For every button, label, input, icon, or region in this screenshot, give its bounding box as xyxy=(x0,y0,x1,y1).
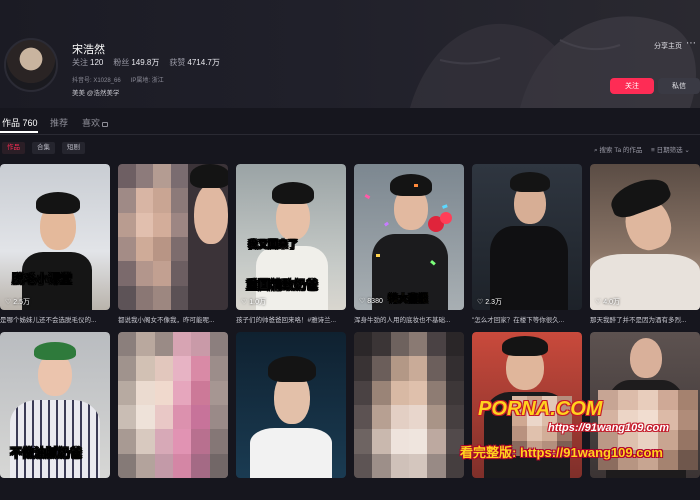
heart-icon: ♡ xyxy=(595,299,602,306)
filter-icon: ≡ xyxy=(651,147,655,154)
video-thumbnail xyxy=(118,332,228,478)
video-thumbnail xyxy=(590,164,700,310)
tab-works[interactable]: 作品 760 xyxy=(2,116,38,129)
search-works-input[interactable]: ⌕ 搜索 Ta 的作品 xyxy=(594,144,642,155)
video-overlay-text: 脱毛小课堂 xyxy=(12,272,73,287)
person-figure xyxy=(250,428,332,478)
active-tab-indicator xyxy=(0,131,38,133)
person-face xyxy=(194,184,228,244)
chip-works[interactable]: 作品 xyxy=(2,142,25,154)
stat-likes: 获赞 4714.7万 xyxy=(169,58,220,67)
lock-icon xyxy=(102,122,109,127)
video-caption: 浑身牛劲的人用的底妆也不基础... xyxy=(354,317,451,324)
heart-icon: ♡ xyxy=(477,299,484,306)
profile-stats: 关注 120 粉丝 149.8万 获赞 4714.7万 xyxy=(72,57,220,68)
more-horizontal-icon[interactable]: ⋯ xyxy=(686,38,696,49)
heart-icon: ♡ xyxy=(241,299,248,306)
person-hair xyxy=(36,192,80,214)
video-thumbnail xyxy=(472,164,582,310)
video-caption: 孩子们的帅爸爸回来咯！#雅诗兰... xyxy=(236,317,337,324)
video-caption: 都说我小阁女不像我，昨可能呢... xyxy=(118,317,215,324)
video-caption: "怎么才回家？在楼下等你很久... xyxy=(472,317,565,324)
heart-icon: ♡ xyxy=(5,299,12,306)
chip-short-drama[interactable]: 短剧 xyxy=(62,142,85,154)
mosaic-pixelation xyxy=(118,164,188,310)
stat-followers[interactable]: 粉丝 149.8万 xyxy=(113,57,159,68)
profile-nickname: 宋浩然 xyxy=(72,44,105,56)
search-icon: ⌕ xyxy=(594,147,598,154)
watermark-notice: 看完整版: https://91wang109.com xyxy=(460,445,663,460)
mosaic-pixelation xyxy=(118,332,228,478)
person-hair xyxy=(502,336,548,356)
person-hair xyxy=(190,164,228,188)
video-thumbnail xyxy=(118,164,228,310)
video-thumbnail: 特大喜报 xyxy=(354,164,464,310)
video-card[interactable] xyxy=(118,332,228,496)
person-hair xyxy=(510,172,550,192)
profile-tabs: 作品 760 推荐 喜欢 xyxy=(0,108,700,134)
watermark-logo: PORNA.COM xyxy=(478,398,603,420)
video-card[interactable] xyxy=(236,332,346,496)
video-card[interactable] xyxy=(590,332,700,496)
follow-button[interactable]: 关注 xyxy=(610,78,654,94)
profile-meta: 抖音号: X1028_66 IP属地: 浙江 xyxy=(72,75,164,84)
person-figure xyxy=(10,400,100,478)
tab-recommend[interactable]: 推荐 xyxy=(50,116,68,129)
share-profile-button[interactable]: 分享主页 xyxy=(654,41,682,51)
like-count: ♡ 2.5万 xyxy=(5,299,31,306)
confetti-decoration xyxy=(364,184,452,266)
message-button[interactable]: 私信 xyxy=(658,78,700,94)
video-card[interactable]: ♡ 2.3万 "怎么才回家？在楼下等你很久... xyxy=(472,164,582,328)
avatar[interactable] xyxy=(4,38,58,92)
video-thumbnail: 脱毛小课堂 xyxy=(0,164,110,310)
chip-collections[interactable]: 合集 xyxy=(32,142,55,154)
video-caption: 是哪个姊妹儿还不会选脱毛仪的... xyxy=(0,317,97,324)
profile-header: 宋浩然 关注 120 粉丝 149.8万 获赞 4714.7万 抖音号: X1028_… xyxy=(0,0,700,108)
frog-headband xyxy=(34,342,76,360)
video-caption: 那天我醉了并不是因为酒有多烈... xyxy=(590,317,687,324)
video-card[interactable]: ♡ 4.0万 那天我醉了并不是因为酒有多烈... xyxy=(590,164,700,328)
video-overlay-text: 特大喜报 xyxy=(388,294,429,306)
like-count: ♡ 8380 xyxy=(359,298,383,305)
like-count: ♡ 1.0万 xyxy=(241,299,267,306)
stat-following[interactable]: 关注 120 xyxy=(72,57,103,68)
video-card[interactable]: 不做油腻奶爸 xyxy=(0,332,110,496)
mosaic-pixelation xyxy=(354,332,464,478)
video-thumbnail: 我又回来了 重回精致奶爸 xyxy=(236,164,346,310)
like-count: ♡ 2.3万 xyxy=(477,299,503,306)
person-hair xyxy=(272,182,314,204)
like-count: ♡ 4.0万 xyxy=(595,299,621,306)
person-face xyxy=(630,338,662,378)
video-card[interactable]: 都说我小阁女不像我，昨可能呢... xyxy=(118,164,228,328)
ip-location: IP属地: 浙江 xyxy=(130,78,164,84)
video-thumbnail xyxy=(354,332,464,478)
video-card[interactable]: 脱毛小课堂 ♡ 2.5万 是哪个姊妹儿还不会选脱毛仪的... xyxy=(0,164,110,328)
watermark-url: https://91wang109.com xyxy=(548,422,670,434)
video-overlay-text: 重回精致奶爸 xyxy=(246,278,319,293)
tab-likes[interactable]: 喜欢 xyxy=(82,116,109,129)
heart-icon: ♡ xyxy=(359,298,366,305)
video-thumbnail xyxy=(236,332,346,478)
divider xyxy=(0,134,700,135)
person-hair xyxy=(268,356,316,382)
video-card[interactable]: 特大喜报 ♡ 8380 浑身牛劲的人用的底妆也不基础... xyxy=(354,164,464,328)
video-thumbnail: 不做油腻奶爸 xyxy=(0,332,110,478)
video-card[interactable]: 我又回来了 重回精致奶爸 ♡ 1.0万 孩子们的帅爸爸回来咯！#雅诗兰... xyxy=(236,164,346,328)
chevron-down-icon: ⌄ xyxy=(684,147,690,154)
video-overlay-text: 不做油腻奶爸 xyxy=(10,446,83,461)
video-overlay-subtext: 我又回来了 xyxy=(248,240,299,252)
video-card[interactable] xyxy=(354,332,464,496)
douyin-id: 抖音号: X1028_66 xyxy=(72,78,121,84)
profile-page: 宋浩然 关注 120 粉丝 149.8万 获赞 4714.7万 抖音号: X1028_… xyxy=(0,0,700,500)
date-filter-dropdown[interactable]: ≡ 日期筛选 ⌄ xyxy=(651,144,690,154)
profile-bio: 美美 @浩然美学 xyxy=(72,90,120,97)
